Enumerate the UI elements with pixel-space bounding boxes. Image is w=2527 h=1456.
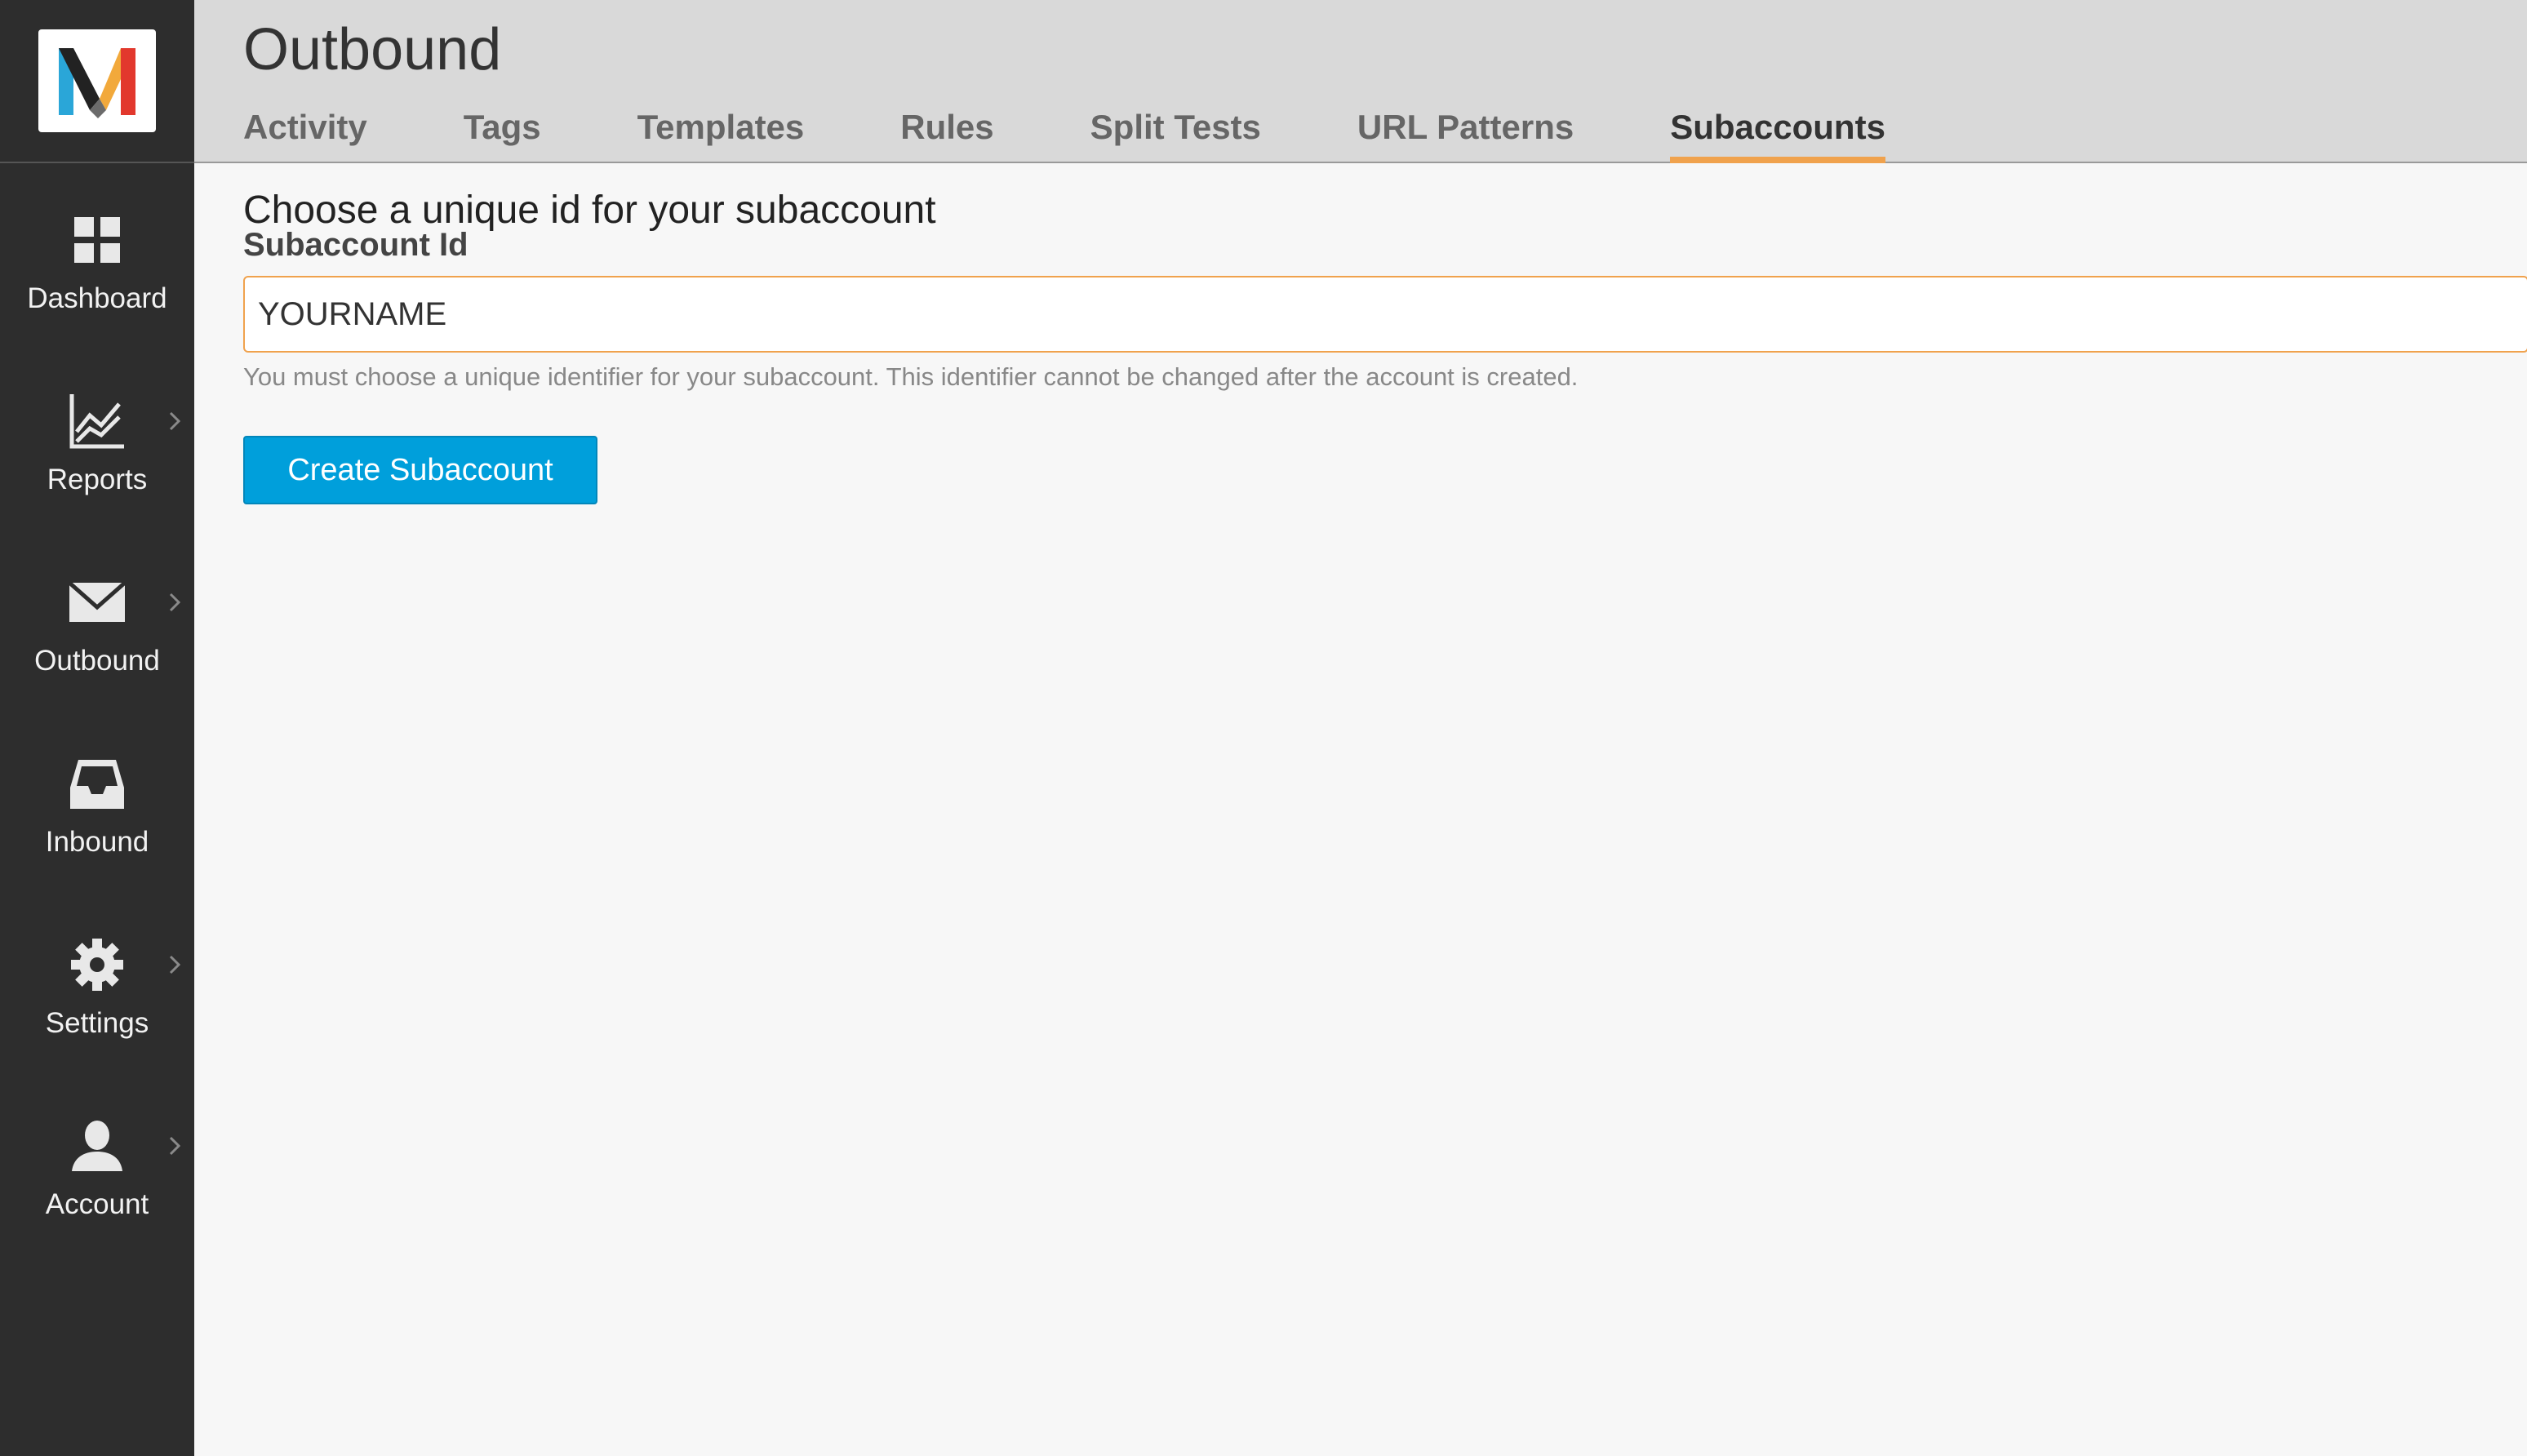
tab-activity[interactable]: Activity: [243, 104, 367, 163]
logo-area: [0, 0, 194, 163]
sidebar-item-label: Outbound: [34, 645, 160, 677]
sidebar-item-label: Account: [45, 1188, 149, 1220]
sidebar-item-outbound[interactable]: Outbound: [0, 544, 194, 707]
subaccount-id-input[interactable]: [243, 276, 2527, 353]
sidebar-item-label: Reports: [47, 464, 148, 495]
chevron-right-icon: [163, 588, 186, 617]
tab-templates[interactable]: Templates: [637, 104, 805, 163]
sidebar-item-inbound[interactable]: Inbound: [0, 725, 194, 888]
chevron-right-icon: [163, 1131, 186, 1161]
sidebar-item-label: Settings: [45, 1007, 149, 1039]
logo-icon: [59, 48, 135, 118]
sidebar-item-reports[interactable]: Reports: [0, 362, 194, 526]
tab-bar: Activity Tags Templates Rules Split Test…: [243, 104, 1982, 163]
page-header: Outbound Activity Tags Templates Rules S…: [194, 0, 2527, 163]
chevron-right-icon: [163, 950, 186, 979]
user-icon: [66, 1115, 128, 1177]
envelope-icon: [66, 571, 128, 633]
create-subaccount-button[interactable]: Create Subaccount: [243, 436, 597, 504]
sidebar-item-account[interactable]: Account: [0, 1087, 194, 1250]
page-title: Outbound: [243, 17, 502, 82]
sidebar-item-settings[interactable]: Settings: [0, 906, 194, 1069]
tab-url-patterns[interactable]: URL Patterns: [1357, 104, 1574, 163]
tab-rules[interactable]: Rules: [900, 104, 993, 163]
sidebar: Dashboard Reports Outbound Inbound Setti…: [0, 0, 194, 1456]
help-text: You must choose a unique identifier for …: [243, 362, 1579, 391]
chart-icon: [66, 390, 128, 452]
tab-subaccounts[interactable]: Subaccounts: [1670, 104, 1885, 163]
chevron-right-icon: [163, 406, 186, 436]
gear-icon: [66, 934, 128, 996]
sidebar-item-label: Dashboard: [27, 282, 167, 314]
tab-split-tests[interactable]: Split Tests: [1090, 104, 1261, 163]
sidebar-item-label: Inbound: [45, 826, 149, 858]
mandrill-logo[interactable]: [38, 29, 156, 132]
form-heading: Choose a unique id for your subaccount: [243, 189, 936, 232]
sidebar-item-dashboard[interactable]: Dashboard: [0, 181, 194, 344]
inbox-icon: [66, 752, 128, 815]
subaccount-id-label: Subaccount Id: [243, 227, 469, 263]
tab-tags[interactable]: Tags: [464, 104, 541, 163]
grid-icon: [66, 209, 128, 271]
